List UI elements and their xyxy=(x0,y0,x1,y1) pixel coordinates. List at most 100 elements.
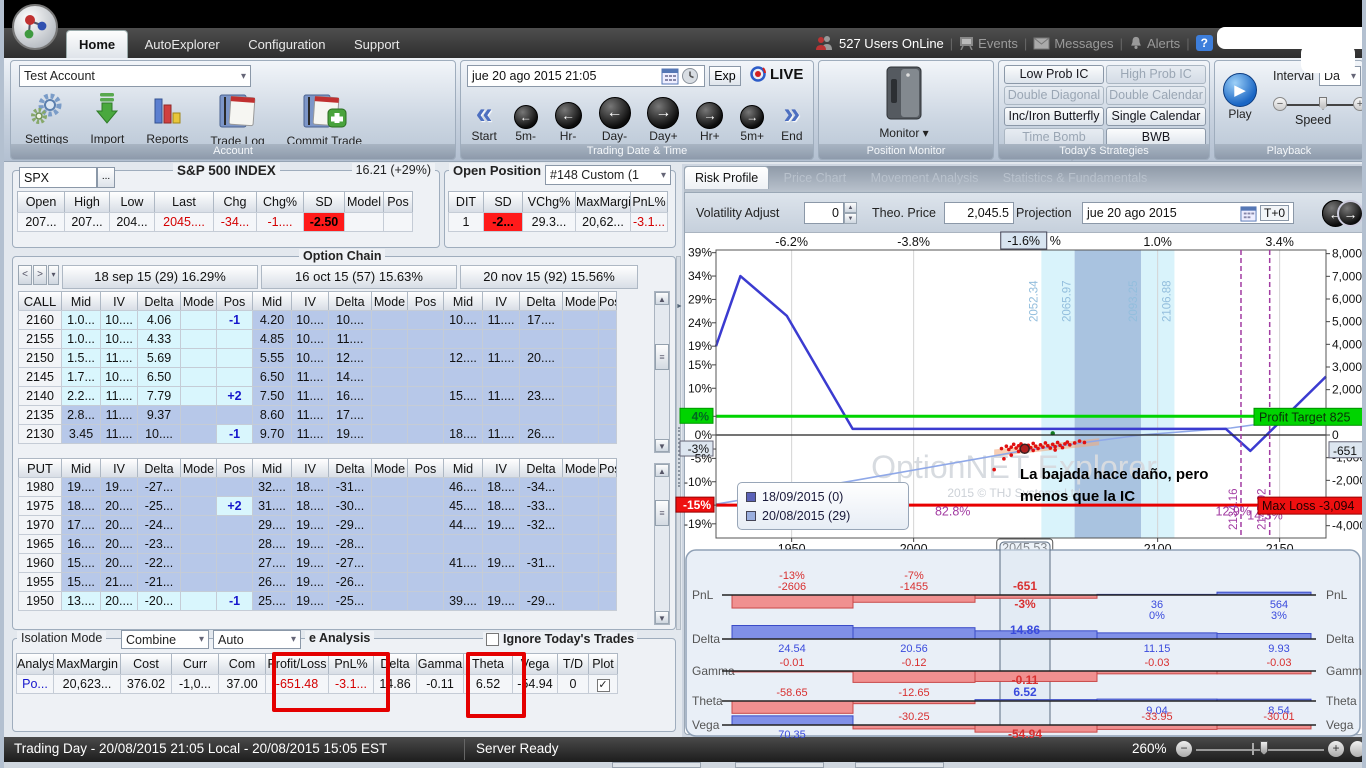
isolation-combine-dropdown[interactable]: Combine▾ xyxy=(121,630,209,649)
quote-cell[interactable] xyxy=(344,212,384,232)
chain-cell[interactable] xyxy=(562,515,599,535)
chain-cell[interactable]: 18.... xyxy=(482,496,520,516)
chain-cell[interactable]: 15.... xyxy=(443,386,483,406)
chain-cell[interactable]: 17.... xyxy=(328,405,372,425)
chain-strike[interactable]: 1980 xyxy=(18,477,62,497)
ignore-trades-checkbox[interactable] xyxy=(486,633,499,646)
chain-cell[interactable] xyxy=(482,405,520,425)
chain-cell[interactable] xyxy=(180,553,217,573)
position-selector[interactable]: #148 Custom (1▾ xyxy=(545,165,671,185)
quote-cell[interactable]: -34... xyxy=(213,212,257,232)
chain-cell[interactable] xyxy=(443,329,483,349)
chain-cell[interactable]: -25... xyxy=(137,496,181,516)
chain-cell[interactable] xyxy=(180,329,217,349)
chain-cell[interactable]: 11.... xyxy=(100,348,138,368)
chain-cell[interactable]: 26.... xyxy=(519,424,563,444)
chain-cell[interactable] xyxy=(371,310,408,330)
chain-cell[interactable] xyxy=(598,310,617,330)
chain-cell[interactable] xyxy=(598,386,617,406)
chain-cell[interactable] xyxy=(598,477,617,497)
chain-cell[interactable] xyxy=(443,367,483,387)
chain-cell[interactable]: 23.... xyxy=(519,386,563,406)
chain-cell[interactable] xyxy=(482,329,520,349)
chain-strike[interactable]: 2150 xyxy=(18,348,62,368)
chain-cell[interactable]: 9.70 xyxy=(252,424,292,444)
tab-price-chart[interactable]: Price Chart xyxy=(774,167,857,189)
chain-cell[interactable] xyxy=(180,424,217,444)
symbol-browse-button[interactable]: ... xyxy=(97,167,115,188)
chain-cell[interactable] xyxy=(371,534,408,554)
chain-cell[interactable] xyxy=(216,572,253,592)
chain-cell[interactable]: 18.... xyxy=(61,496,101,516)
calendar-icon[interactable] xyxy=(1240,205,1257,222)
chain-cell[interactable] xyxy=(371,348,408,368)
chain-cell[interactable] xyxy=(562,477,599,497)
volatility-adjust-spinner[interactable]: 0 xyxy=(804,202,844,224)
chain-cell[interactable]: 11.... xyxy=(482,424,520,444)
chain-cell[interactable]: -1 xyxy=(216,591,253,611)
chain-cell[interactable]: 10.... xyxy=(100,310,138,330)
chain-cell[interactable]: -29... xyxy=(328,515,372,535)
chain-cell[interactable] xyxy=(216,367,253,387)
chain-cell[interactable]: -23... xyxy=(137,534,181,554)
chain-cell[interactable] xyxy=(519,405,563,425)
chain-cell[interactable] xyxy=(562,572,599,592)
chain-cell[interactable] xyxy=(407,424,444,444)
chain-cell[interactable] xyxy=(371,367,408,387)
expiry-header[interactable]: 16 oct 15 (57) 15.63% xyxy=(261,265,457,289)
chain-cell[interactable]: 19.... xyxy=(291,534,329,554)
chain-strike[interactable]: 2140 xyxy=(18,386,62,406)
time-button-5m[interactable]: →5m+ xyxy=(740,91,764,143)
chain-cell[interactable] xyxy=(562,386,599,406)
chain-cell[interactable]: 19.... xyxy=(291,591,329,611)
chain-cell[interactable]: 4.06 xyxy=(137,310,181,330)
chain-cell[interactable]: 12.... xyxy=(328,348,372,368)
chain-cell[interactable] xyxy=(407,477,444,497)
expiry-header[interactable]: 18 sep 15 (29) 16.29% xyxy=(62,265,258,289)
chain-cell[interactable]: 15.... xyxy=(61,553,101,573)
chain-cell[interactable]: +2 xyxy=(216,496,253,516)
chain-cell[interactable]: 46.... xyxy=(443,477,483,497)
chain-cell[interactable]: 29.... xyxy=(252,515,292,535)
chain-cell[interactable]: 19.... xyxy=(482,515,520,535)
chain-cell[interactable] xyxy=(407,348,444,368)
messages-button[interactable]: Messages xyxy=(1054,36,1113,51)
chain-cell[interactable]: 10.... xyxy=(291,329,329,349)
time-button-end[interactable]: »End xyxy=(781,91,802,143)
live-button[interactable]: LIVE xyxy=(749,65,803,83)
chain-cell[interactable] xyxy=(180,367,217,387)
speed-slider[interactable]: − + xyxy=(1273,95,1361,113)
chain-strike[interactable]: 1955 xyxy=(18,572,62,592)
chain-cell[interactable]: 20.... xyxy=(100,534,138,554)
projection-date-input[interactable]: jue 20 ago 2015 T+0 xyxy=(1082,202,1294,224)
chain-cell[interactable]: 20.... xyxy=(100,553,138,573)
chain-cell[interactable]: 18.... xyxy=(291,496,329,516)
chain-cell[interactable]: -28... xyxy=(328,534,372,554)
chain-cell[interactable]: 18.... xyxy=(443,424,483,444)
chain-cell[interactable]: 5.55 xyxy=(252,348,292,368)
quote-cell[interactable]: -2.50 xyxy=(303,212,345,232)
chain-cell[interactable]: 1.7... xyxy=(61,367,101,387)
chain-cell[interactable] xyxy=(598,424,617,444)
chain-cell[interactable] xyxy=(371,386,408,406)
chain-cell[interactable]: 44.... xyxy=(443,515,483,535)
chain-strike[interactable]: 2160 xyxy=(18,310,62,330)
alerts-button[interactable]: Alerts xyxy=(1147,36,1180,51)
chain-cell[interactable]: 4.85 xyxy=(252,329,292,349)
taskbar-button[interactable] xyxy=(855,762,944,768)
chain-cell[interactable] xyxy=(371,496,408,516)
quote-cell[interactable] xyxy=(383,212,413,232)
chain-strike[interactable]: 1950 xyxy=(18,591,62,611)
chain-cell[interactable] xyxy=(598,534,617,554)
app-orb-icon[interactable] xyxy=(12,4,58,50)
chain-cell[interactable]: 10.... xyxy=(328,310,372,330)
chain-cell[interactable] xyxy=(371,424,408,444)
chain-strike[interactable]: 2135 xyxy=(18,405,62,425)
exp-button[interactable]: Exp xyxy=(709,66,741,86)
chain-cell[interactable] xyxy=(562,348,599,368)
tab-support[interactable]: Support xyxy=(342,31,412,58)
taskbar-button[interactable] xyxy=(612,762,701,768)
time-button-5m[interactable]: ←5m- xyxy=(514,91,538,143)
chain-cell[interactable]: -30... xyxy=(328,496,372,516)
chain-cell[interactable] xyxy=(562,329,599,349)
